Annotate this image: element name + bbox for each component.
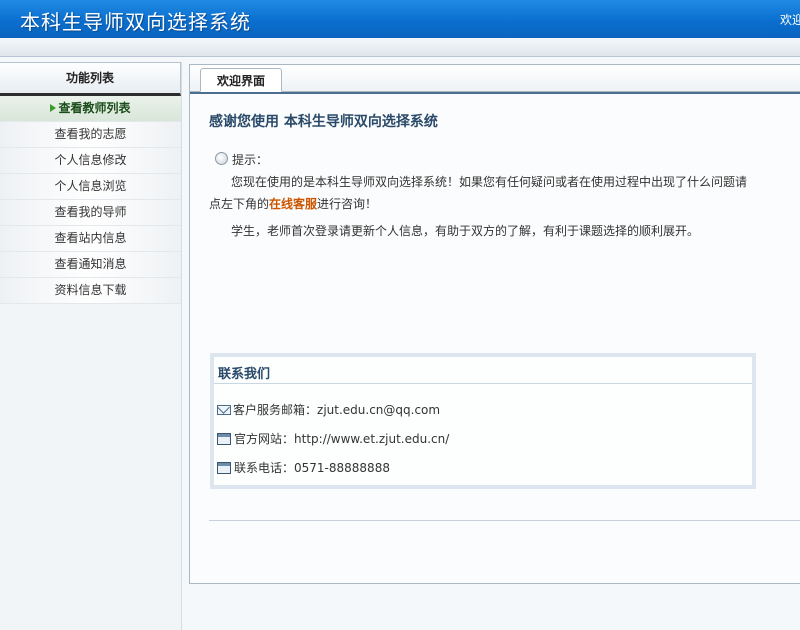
online-service-link[interactable]: 在线客服 — [269, 197, 317, 211]
email-label: 客户服务邮箱： — [233, 403, 318, 417]
sidebar-item-label: 个人信息修改 — [54, 153, 127, 167]
sidebar-item-view-profile[interactable]: 个人信息浏览 — [0, 174, 181, 200]
sidebar-item-label: 查看我的志愿 — [54, 127, 127, 141]
tip: 提示： — [215, 151, 268, 168]
mail-icon — [217, 405, 231, 415]
tab-bar: 欢迎界面 — [190, 65, 800, 92]
arrow-right-icon — [50, 104, 57, 112]
main-content: 欢迎界面 感谢您使用 本科生导师双向选择系统 提示： 您现在使用的是本科生导师双… — [189, 64, 800, 584]
sidebar-item-downloads[interactable]: 资料信息下载 — [0, 278, 181, 304]
welcome-text: 欢迎 — [780, 13, 800, 27]
sub-toolbar — [0, 38, 800, 57]
sidebar-item-label: 个人信息浏览 — [54, 179, 127, 193]
sidebar-item-label: 查看教师列表 — [58, 101, 131, 115]
sidebar-item-label: 查看我的导师 — [54, 205, 127, 219]
tip-label: 提示： — [232, 153, 269, 167]
email-value[interactable]: zjut.edu.cn@qq.com — [317, 403, 440, 417]
contact-panel: 联系我们 客户服务邮箱：zjut.edu.cn@qq.com 官方网站：http… — [210, 353, 756, 489]
sidebar-item-edit-profile[interactable]: 个人信息修改 — [0, 148, 181, 174]
website-value[interactable]: http://www.et.zjut.edu.cn/ — [294, 432, 449, 446]
contact-website-row: 官方网站：http://www.et.zjut.edu.cn/ — [217, 430, 449, 447]
phone-value: 0571-88888888 — [294, 461, 390, 475]
phone-icon — [217, 462, 231, 474]
info-paragraph-line2: 点左下角的在线客服进行咨询！ — [209, 195, 377, 212]
app-header: 本科生导师双向选择系统 欢迎 — [0, 0, 800, 38]
tab-underline — [190, 92, 800, 94]
sidebar-item-label: 资料信息下载 — [54, 283, 127, 297]
sidebar: 功能列表 查看教师列表 查看我的志愿 个人信息修改 个人信息浏览 查看我的导师 … — [0, 62, 182, 630]
sidebar-item-label: 查看通知消息 — [54, 257, 127, 271]
sidebar-item-my-advisor[interactable]: 查看我的导师 — [0, 200, 181, 226]
sidebar-item-site-messages[interactable]: 查看站内信息 — [0, 226, 181, 252]
website-label: 官方网站： — [234, 432, 295, 446]
login-notice: 学生，老师首次登录请更新个人信息，有助于双方的了解，有利于课题选择的顺利展开。 — [231, 224, 700, 238]
contact-email-row: 客户服务邮箱：zjut.edu.cn@qq.com — [217, 401, 440, 418]
website-icon — [217, 433, 231, 445]
app-title: 本科生导师双向选择系统 — [20, 10, 251, 34]
info-paragraph-line1: 您现在使用的是本科生导师双向选择系统！如果您有任何疑问或者在使用过程中出现了什么… — [231, 175, 748, 189]
sidebar-item-my-wishes[interactable]: 查看我的志愿 — [0, 122, 181, 148]
contact-phone-row: 联系电话：0571-88888888 — [217, 459, 390, 476]
info-text: 进行咨询！ — [317, 197, 378, 211]
divider — [209, 520, 800, 521]
sidebar-item-notifications[interactable]: 查看通知消息 — [0, 252, 181, 278]
info-text: 点左下角的 — [209, 197, 270, 211]
lightbulb-icon — [215, 152, 228, 165]
sidebar-title: 功能列表 — [0, 62, 181, 96]
page-heading: 感谢您使用 本科生导师双向选择系统 — [209, 114, 438, 130]
tab-welcome[interactable]: 欢迎界面 — [200, 68, 282, 92]
divider — [214, 383, 752, 384]
phone-label: 联系电话： — [234, 461, 295, 475]
sidebar-item-teacher-list[interactable]: 查看教师列表 — [0, 96, 181, 122]
sidebar-item-label: 查看站内信息 — [54, 231, 127, 245]
contact-title: 联系我们 — [218, 367, 271, 382]
